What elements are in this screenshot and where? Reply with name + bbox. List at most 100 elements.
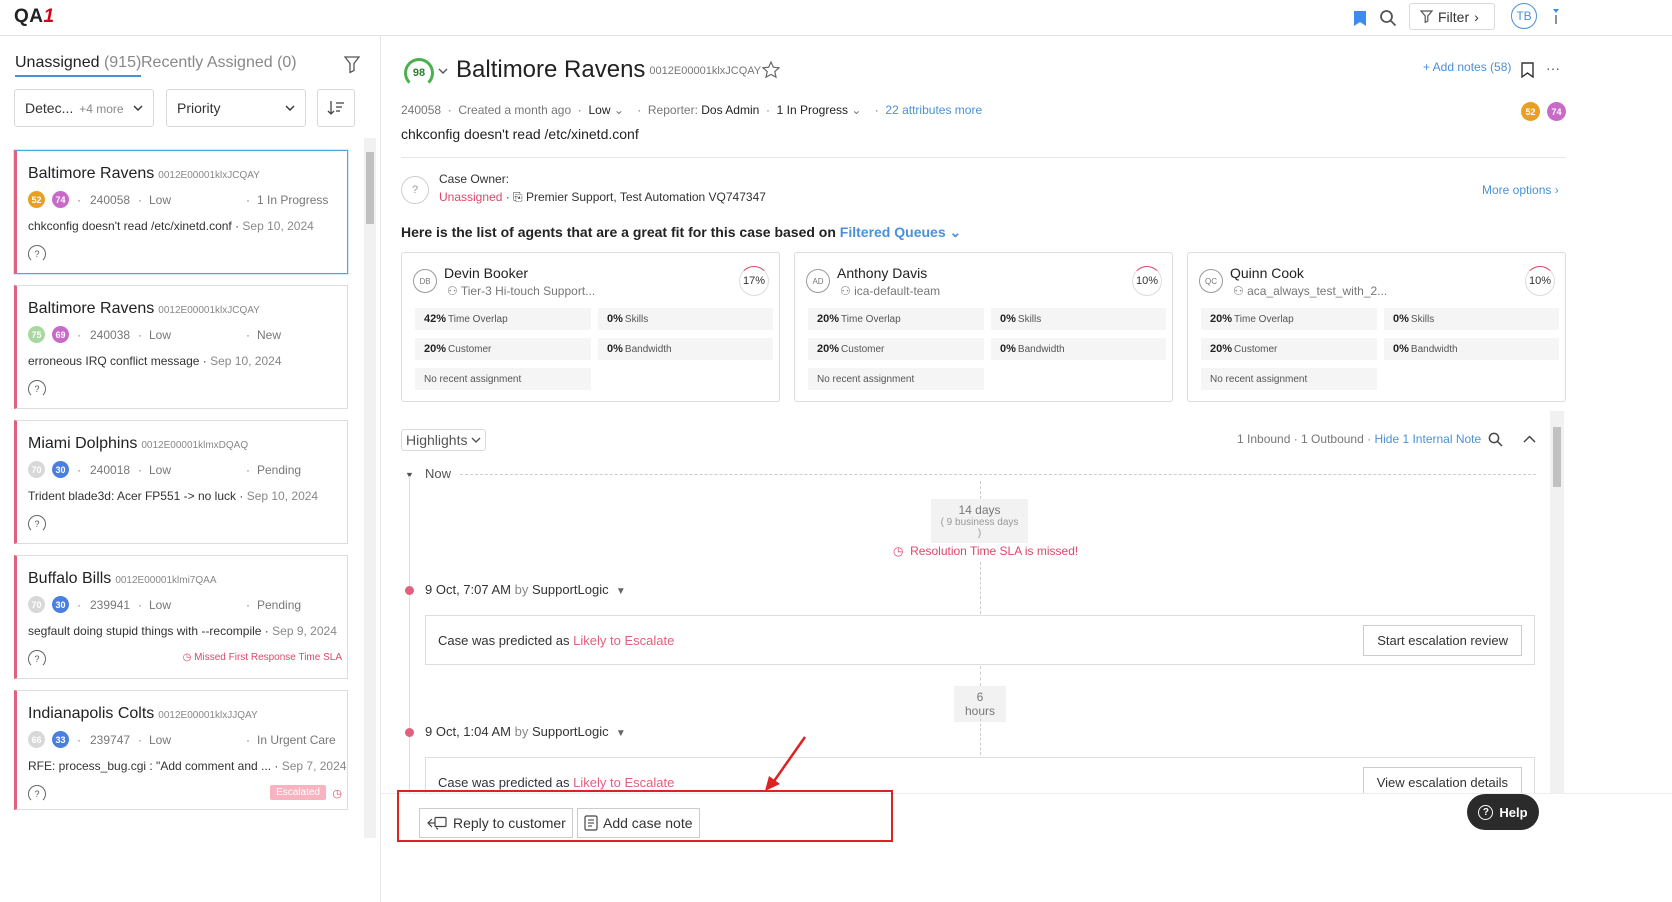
app-logo[interactable]: QA1 xyxy=(14,6,55,28)
chevron-down-icon xyxy=(471,437,481,443)
tab-unassigned[interactable]: Unassigned (915) xyxy=(15,54,142,77)
chevron-down-icon xyxy=(285,105,295,111)
timeline-dot xyxy=(405,586,414,595)
annotation-highlight-box xyxy=(397,790,893,842)
detection-filter-select[interactable]: Detec... +4 more xyxy=(14,89,154,127)
score-badge: 70 xyxy=(28,461,45,478)
case-card-title: Baltimore Ravens 0012E00001klxJCQAY xyxy=(28,300,260,317)
owner-headset-icon: ? xyxy=(401,176,429,204)
sort-descending-icon xyxy=(327,101,344,115)
case-description: RFE: process_bug.cgi : "Add comment and … xyxy=(28,759,347,773)
case-card[interactable]: Baltimore Ravens 0012E00001klxJCQAY 75 69… xyxy=(14,285,348,409)
agent-card[interactable]: AD Anthony Davis ⚇ ica-default-team 10% … xyxy=(794,252,1173,402)
highlights-select[interactable]: Highlights xyxy=(401,429,487,451)
score-badge: 30 xyxy=(52,596,69,613)
agent-name: Quinn Cook xyxy=(1230,265,1304,281)
case-score-gauge: 98 xyxy=(404,58,434,88)
agent-card[interactable]: DB Devin Booker ⚇ Tier-3 Hi-touch Suppor… xyxy=(401,252,780,402)
case-number: 240018 xyxy=(90,463,131,477)
event-header: 9 Oct, 7:07 AM by SupportLogic ▼ xyxy=(425,582,626,597)
case-description: segfault doing stupid things with --reco… xyxy=(28,624,337,638)
case-priority: Low xyxy=(149,598,172,612)
headset-icon: ? xyxy=(28,515,46,533)
agent-avatar: QC xyxy=(1199,269,1223,293)
chevron-down-icon[interactable] xyxy=(438,68,448,74)
time-gap: 14 days ( 9 business days ) xyxy=(931,499,1028,543)
bookmark-icon[interactable] xyxy=(1350,8,1370,28)
case-description: chkconfig doesn't read /etc/xinetd.conf … xyxy=(28,219,314,233)
bookmark-outline-icon[interactable] xyxy=(1521,62,1534,78)
match-percent: 10% xyxy=(1525,266,1555,296)
funnel-filter-icon[interactable] xyxy=(344,56,360,74)
case-card-title: Miami Dolphins 0012E00001klmxDQAQ xyxy=(28,435,249,452)
clock-icon: ◷ xyxy=(332,788,342,800)
help-button[interactable]: ? Help xyxy=(1467,794,1539,830)
case-meta-line: 240058 · Created a month ago · Low ⌄ · R… xyxy=(401,103,983,117)
priority-select[interactable]: Low xyxy=(588,103,610,117)
search-icon[interactable] xyxy=(1488,432,1503,447)
filter-icon xyxy=(1420,10,1433,23)
case-number: 239747 xyxy=(90,733,131,747)
score-badge: 69 xyxy=(52,326,69,343)
collapse-icon[interactable] xyxy=(1523,435,1536,443)
agent-team: ⚇ aca_always_test_with_2... xyxy=(1233,284,1388,298)
agents-heading: Here is the list of agents that are a gr… xyxy=(401,224,962,240)
status-select[interactable]: 1 In Progress xyxy=(777,103,848,117)
more-actions-icon[interactable]: ··· xyxy=(1546,60,1560,76)
caret-down-icon: ▼ xyxy=(615,728,626,739)
headset-icon: ? xyxy=(28,650,46,668)
add-notes-link[interactable]: + Add notes (58) xyxy=(1423,60,1511,74)
headset-icon: ? xyxy=(28,245,46,263)
agent-name: Anthony Davis xyxy=(837,265,928,281)
user-avatar[interactable]: TB xyxy=(1511,3,1537,29)
recent-assignment: No recent assignment xyxy=(1201,368,1377,390)
score-badge: 66 xyxy=(28,731,45,748)
annotation-arrow xyxy=(765,736,807,791)
timeline-scrollbar[interactable] xyxy=(1550,411,1564,829)
score-badge: 52 xyxy=(1521,102,1540,121)
attributes-more-link[interactable]: 22 attributes more xyxy=(885,103,982,117)
sla-missed-notice: ◷ Resolution Time SLA is missed! xyxy=(893,544,1079,558)
case-card[interactable]: Miami Dolphins 0012E00001klmxDQAQ 70 30 ·… xyxy=(14,420,348,544)
case-card[interactable]: Baltimore Ravens 0012E00001klxJCQAY 52 74… xyxy=(14,150,348,274)
search-icon[interactable] xyxy=(1378,8,1398,28)
start-escalation-review-button[interactable]: Start escalation review xyxy=(1363,625,1522,656)
escalated-badge: Escalated xyxy=(270,785,326,800)
case-list-scrollbar[interactable] xyxy=(364,138,376,838)
timeline-dot xyxy=(405,728,414,737)
agent-team: ⚇ ica-default-team xyxy=(840,284,941,298)
case-card-title: Indianapolis Colts 0012E00001klxJJQAY xyxy=(28,705,258,722)
recent-assignment: No recent assignment xyxy=(808,368,984,390)
score-badge: 33 xyxy=(52,731,69,748)
hide-internal-note-link[interactable]: Hide 1 Internal Note xyxy=(1374,432,1481,446)
caret-down-icon[interactable] xyxy=(1546,6,1566,26)
priority-sort-select[interactable]: Priority xyxy=(166,89,306,127)
case-priority: Low xyxy=(149,733,172,747)
case-status: Pending xyxy=(257,463,302,477)
top-bar: QA1 Filter › TB xyxy=(0,0,1672,36)
match-percent: 17% xyxy=(739,266,769,296)
case-card-title: Baltimore Ravens 0012E00001klxJCQAY xyxy=(28,165,260,182)
agent-card[interactable]: QC Quinn Cook ⚇ aca_always_test_with_2..… xyxy=(1187,252,1566,402)
score-badge: 70 xyxy=(28,596,45,613)
score-badge: 74 xyxy=(1547,102,1566,121)
score-badge: 52 xyxy=(28,191,45,208)
case-description: Trident blade3d: Acer FP551 -> no luck ·… xyxy=(28,489,319,503)
case-priority: Low xyxy=(149,193,172,207)
more-options-link[interactable]: More options › xyxy=(1482,183,1559,197)
tab-recently-assigned[interactable]: Recently Assigned (0) xyxy=(141,54,297,72)
sla-missed-label: ◷ Missed First Response Time SLA xyxy=(182,652,342,663)
filter-label: Filter xyxy=(1438,8,1470,25)
caret-down-icon: ▼ xyxy=(615,586,626,597)
case-card[interactable]: Indianapolis Colts 0012E00001klxJJQAY 66 … xyxy=(14,690,348,810)
filtered-queues-dropdown[interactable]: Filtered Queues xyxy=(840,224,946,240)
score-badge: 30 xyxy=(52,461,69,478)
agent-team: ⚇ Tier-3 Hi-touch Support... xyxy=(447,284,596,298)
case-card[interactable]: Buffalo Bills 0012E00001klmi7QAA 70 30 · … xyxy=(14,555,348,679)
case-status: Pending xyxy=(257,598,302,612)
filter-button[interactable]: Filter › xyxy=(1409,3,1495,30)
star-icon[interactable] xyxy=(761,60,781,80)
help-icon: ? xyxy=(1478,804,1494,820)
sort-order-button[interactable] xyxy=(317,89,355,127)
case-list-panel: Unassigned (915) Recently Assigned (0) D… xyxy=(0,36,381,902)
